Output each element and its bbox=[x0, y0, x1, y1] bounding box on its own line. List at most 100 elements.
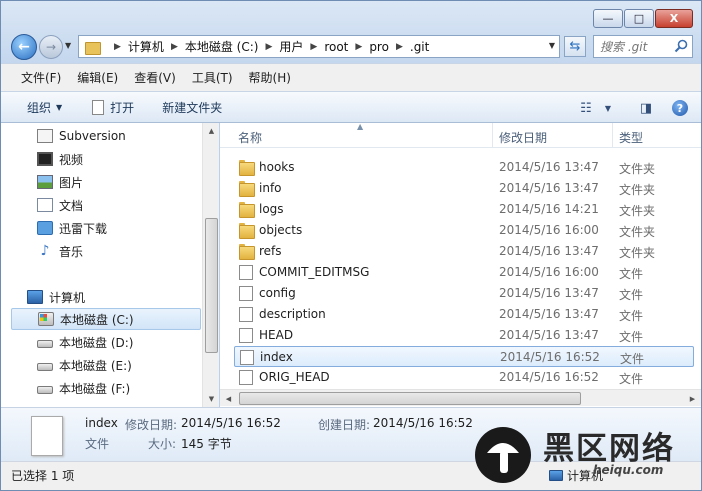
open-button[interactable]: 打开 bbox=[86, 96, 140, 118]
menu-tools[interactable]: 工具(T) bbox=[192, 69, 233, 86]
file-row[interactable]: HEAD 2014/5/16 13:47 文件 bbox=[234, 325, 694, 346]
scroll-right-arrow-icon[interactable]: ▶ bbox=[684, 390, 701, 407]
forward-button[interactable]: → bbox=[39, 35, 63, 59]
open-label: 打开 bbox=[110, 100, 135, 115]
navigation-scrollbar[interactable]: ▲ ▼ bbox=[202, 123, 219, 407]
file-modified-date: 2014/5/16 13:47 bbox=[499, 307, 599, 321]
scrollbar-thumb[interactable] bbox=[205, 218, 218, 353]
scroll-up-arrow-icon[interactable]: ▲ bbox=[203, 123, 220, 139]
breadcrumb-separator[interactable]: ▶ bbox=[171, 42, 178, 52]
change-view-button[interactable]: ☷ bbox=[571, 97, 601, 119]
sidebar-item-subversion[interactable]: Subversion bbox=[37, 125, 126, 147]
search-input[interactable] bbox=[600, 39, 670, 54]
toolbar-right: ☷ ▼ ◨ ? bbox=[571, 97, 701, 119]
explorer-window: — □ X ← → ▼ ▶ 计算机 ▶ 本地磁盘 (C:) ▶ 用户 ▶ roo… bbox=[0, 0, 702, 491]
close-button[interactable]: X bbox=[655, 9, 693, 28]
thunder-download-icon bbox=[37, 221, 53, 235]
file-row[interactable]: refs 2014/5/16 13:47 文件夹 bbox=[234, 241, 694, 262]
column-header-type[interactable]: 类型 bbox=[619, 129, 643, 146]
organize-button[interactable]: 组织 ▼ bbox=[21, 96, 68, 118]
maximize-button[interactable]: □ bbox=[624, 9, 654, 28]
address-dropdown-icon[interactable]: ▼ bbox=[549, 41, 555, 50]
file-row[interactable]: objects 2014/5/16 16:00 文件夹 bbox=[234, 220, 694, 241]
file-name: hooks bbox=[259, 160, 295, 174]
back-button[interactable]: ← bbox=[11, 34, 37, 60]
breadcrumb-separator[interactable]: ▶ bbox=[396, 42, 403, 52]
sidebar-item-drive-d[interactable]: 本地磁盘 (D:) bbox=[37, 331, 133, 353]
file-icon bbox=[239, 328, 253, 343]
documents-library-icon bbox=[37, 198, 53, 212]
horizontal-scrollbar[interactable]: ◀ ▶ bbox=[220, 389, 701, 406]
file-row[interactable]: COMMIT_EDITMSG 2014/5/16 16:00 文件 bbox=[234, 262, 694, 283]
file-type: 文件 bbox=[619, 330, 644, 344]
breadcrumb-separator[interactable]: ▶ bbox=[310, 42, 317, 52]
title-bar: — □ X ← → ▼ ▶ 计算机 ▶ 本地磁盘 (C:) ▶ 用户 ▶ roo… bbox=[1, 1, 701, 63]
file-name: config bbox=[259, 286, 296, 300]
file-row[interactable]: index 2014/5/16 16:52 文件 bbox=[234, 346, 694, 367]
breadcrumb-drive-c[interactable]: 本地磁盘 (C:) bbox=[185, 38, 259, 55]
scroll-down-arrow-icon[interactable]: ▼ bbox=[203, 391, 220, 407]
column-divider[interactable] bbox=[492, 123, 493, 148]
sidebar-item-drive-f[interactable]: 本地磁盘 (F:) bbox=[37, 377, 130, 399]
file-row[interactable]: config 2014/5/16 13:47 文件 bbox=[234, 283, 694, 304]
menu-file[interactable]: 文件(F) bbox=[21, 69, 61, 86]
folder-icon bbox=[85, 40, 103, 55]
file-name: info bbox=[259, 181, 282, 195]
drive-icon bbox=[37, 363, 53, 371]
menu-edit[interactable]: 编辑(E) bbox=[77, 69, 118, 86]
breadcrumb-separator[interactable]: ▶ bbox=[265, 42, 272, 52]
file-thumbnail-icon bbox=[31, 416, 63, 456]
file-modified-date: 2014/5/16 16:52 bbox=[500, 350, 600, 364]
column-header-modified[interactable]: 修改日期 bbox=[499, 129, 547, 146]
sidebar-item-pictures[interactable]: 图片 bbox=[37, 171, 83, 193]
file-icon bbox=[239, 286, 253, 301]
sidebar-item-drive-e[interactable]: 本地磁盘 (E:) bbox=[37, 354, 132, 376]
column-header-name[interactable]: 名称 bbox=[238, 129, 262, 146]
address-bar[interactable]: ▶ 计算机 ▶ 本地磁盘 (C:) ▶ 用户 ▶ root ▶ pro ▶ .g… bbox=[78, 35, 560, 58]
view-options-dropdown[interactable]: ▼ bbox=[601, 97, 615, 119]
subversion-icon bbox=[37, 129, 53, 143]
recent-pages-dropdown[interactable]: ▼ bbox=[65, 41, 71, 50]
sidebar-item-label: 迅雷下载 bbox=[59, 221, 108, 236]
sidebar-item-label: 图片 bbox=[59, 175, 84, 190]
sidebar-item-videos[interactable]: 视频 bbox=[37, 148, 83, 170]
sidebar-item-thunder-download[interactable]: 迅雷下载 bbox=[37, 217, 107, 239]
sidebar-item-label: 本地磁盘 (F:) bbox=[59, 381, 131, 396]
details-size-value: 145 字节 bbox=[181, 437, 232, 451]
breadcrumb-git[interactable]: .git bbox=[410, 40, 429, 54]
scrollbar-thumb[interactable] bbox=[239, 392, 581, 405]
file-row[interactable]: logs 2014/5/16 14:21 文件夹 bbox=[234, 199, 694, 220]
file-row[interactable]: ORIG_HEAD 2014/5/16 16:52 文件 bbox=[234, 367, 694, 388]
file-name: refs bbox=[259, 244, 282, 258]
column-divider[interactable] bbox=[612, 123, 613, 148]
file-type: 文件夹 bbox=[619, 183, 656, 197]
view-list-icon: ☷ bbox=[580, 100, 592, 116]
sidebar-item-documents[interactable]: 文档 bbox=[37, 194, 83, 216]
search-box[interactable] bbox=[593, 35, 693, 58]
sidebar-item-computer[interactable]: 计算机 bbox=[27, 286, 85, 308]
file-row[interactable]: info 2014/5/16 13:47 文件夹 bbox=[234, 178, 694, 199]
breadcrumb-separator[interactable]: ▶ bbox=[114, 42, 121, 52]
status-location: 计算机 bbox=[549, 467, 603, 484]
file-row[interactable]: description 2014/5/16 13:47 文件 bbox=[234, 304, 694, 325]
sidebar-item-label: 本地磁盘 (E:) bbox=[59, 358, 132, 373]
status-bar: 已选择 1 项 计算机 bbox=[1, 461, 701, 490]
breadcrumb-root[interactable]: root bbox=[324, 40, 348, 54]
menu-view[interactable]: 查看(V) bbox=[134, 69, 176, 86]
breadcrumb-computer[interactable]: 计算机 bbox=[128, 38, 164, 55]
breadcrumb-pro[interactable]: pro bbox=[369, 40, 389, 54]
sidebar-item-drive-c[interactable]: 本地磁盘 (C:) bbox=[11, 308, 201, 330]
minimize-button[interactable]: — bbox=[593, 9, 623, 28]
breadcrumb-separator[interactable]: ▶ bbox=[355, 42, 362, 52]
breadcrumb-users[interactable]: 用户 bbox=[279, 38, 303, 55]
menu-help[interactable]: 帮助(H) bbox=[249, 69, 291, 86]
refresh-button[interactable]: ⇆ bbox=[564, 36, 586, 57]
scroll-left-arrow-icon[interactable]: ◀ bbox=[220, 390, 237, 407]
file-row[interactable]: hooks 2014/5/16 13:47 文件夹 bbox=[234, 157, 694, 178]
search-icon[interactable] bbox=[674, 39, 688, 53]
refresh-icon: ⇆ bbox=[569, 39, 581, 54]
preview-pane-button[interactable]: ◨ bbox=[631, 97, 661, 119]
sidebar-item-music[interactable]: ♪ 音乐 bbox=[37, 240, 83, 262]
new-folder-button[interactable]: 新建文件夹 bbox=[156, 96, 228, 118]
help-button[interactable]: ? bbox=[665, 97, 695, 119]
